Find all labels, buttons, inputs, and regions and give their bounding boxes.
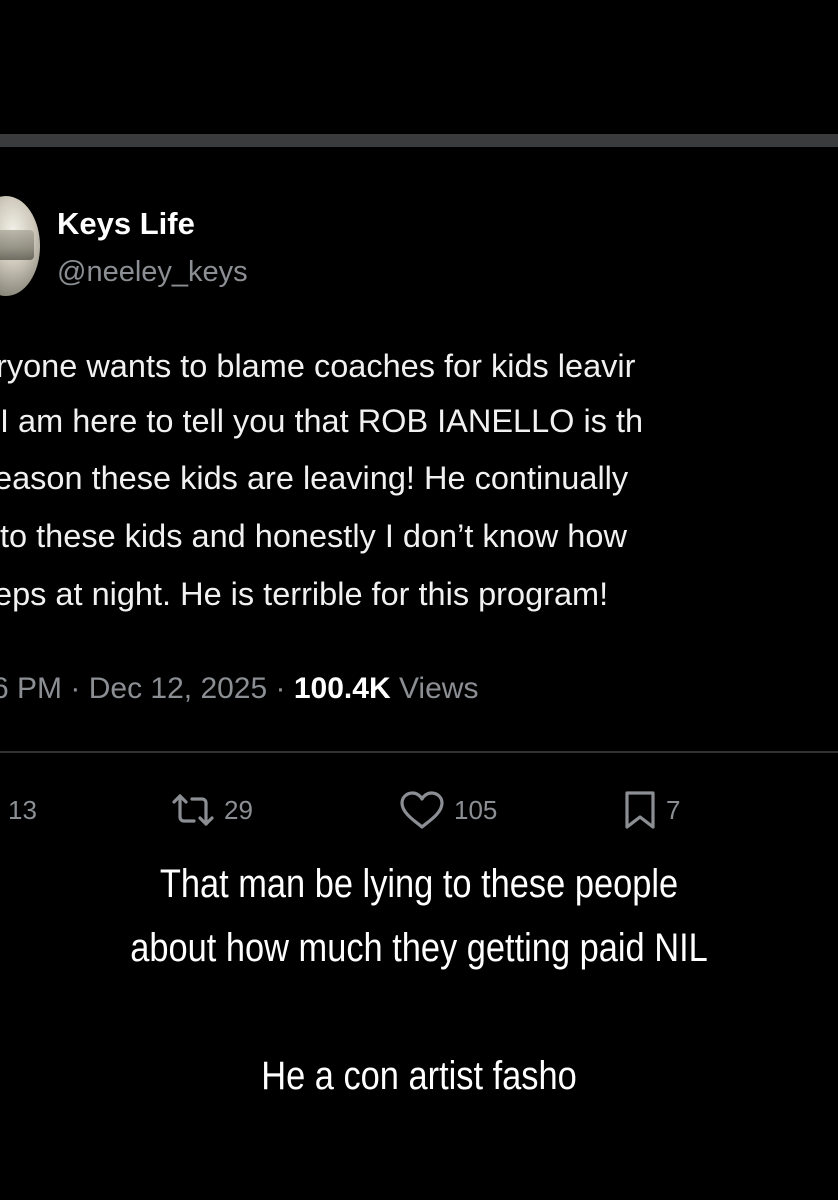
views-label: Views <box>398 672 479 705</box>
tweet-line-4: to these kids and honestly I don’t know … <box>0 518 627 554</box>
avatar[interactable] <box>0 196 40 296</box>
tweet-line-5: eps at night. He is terrible for this pr… <box>0 576 609 612</box>
like-button[interactable]: 105 <box>398 790 497 830</box>
tweet-line-2: I am here to tell you that ROB IANELLO i… <box>0 403 644 439</box>
reply-button[interactable]: 13 <box>8 790 37 830</box>
reply-count: 13 <box>8 794 37 825</box>
bookmark-count: 7 <box>666 794 681 825</box>
repost-count: 29 <box>224 794 253 825</box>
like-count: 105 <box>454 794 498 825</box>
caption-line-2: about how much they getting paid NIL <box>130 926 708 970</box>
avatar-photo-scene <box>0 230 34 260</box>
meta-separator: · <box>275 672 286 705</box>
meta-separator: · <box>70 672 81 705</box>
bookmark-button[interactable]: 7 <box>622 790 680 830</box>
caption-line-1: That man be lying to these people <box>159 862 679 906</box>
user-handle[interactable]: @neeley_keys <box>57 256 248 289</box>
repost-button[interactable]: 29 <box>170 790 253 830</box>
tweet-meta: 6 PM · Dec 12, 2025 · 100.4K Views <box>0 672 478 706</box>
views-count: 100.4K <box>293 672 391 705</box>
tweet-time[interactable]: 6 PM <box>0 672 62 705</box>
tweet-date[interactable]: Dec 12, 2025 <box>89 672 267 705</box>
caption-line-3: He a con artist fasho <box>261 1054 577 1098</box>
top-divider <box>0 134 838 147</box>
bookmark-icon <box>622 789 658 831</box>
tweet-line-1: ryone wants to blame coaches for kids le… <box>0 348 636 384</box>
display-name[interactable]: Keys Life <box>57 206 195 242</box>
repost-icon <box>170 793 216 827</box>
actions-divider <box>0 751 838 753</box>
tweet-line-3: eason these kids are leaving! He continu… <box>0 460 629 496</box>
heart-icon <box>398 790 446 830</box>
